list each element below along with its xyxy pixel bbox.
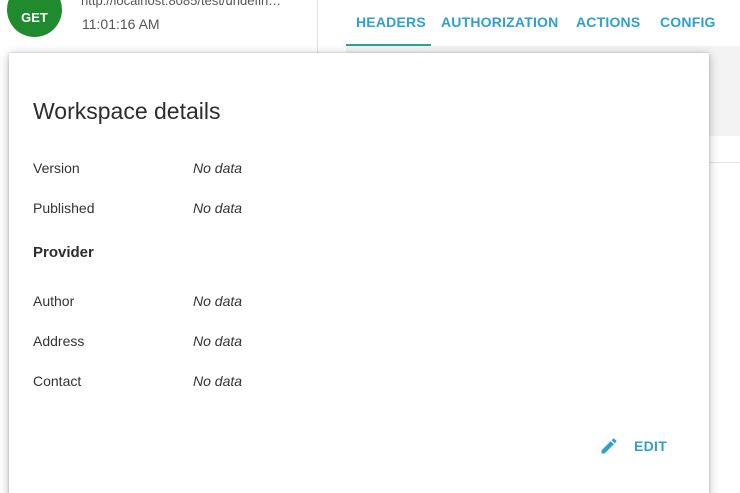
request-tabs: HEADERS AUTHORIZATION ACTIONS CONFIG <box>346 0 724 46</box>
published-row: Published No data <box>33 198 433 218</box>
contact-value: No data <box>193 373 243 389</box>
app-screen: GET http://localhost:8085/test/undefin… … <box>0 0 740 493</box>
author-label: Author <box>33 293 75 309</box>
author-row: Author No data <box>33 291 433 311</box>
version-value: No data <box>193 160 243 176</box>
address-label: Address <box>33 333 85 349</box>
tab-config[interactable]: CONFIG <box>650 0 724 46</box>
address-value: No data <box>193 333 243 349</box>
method-label: GET <box>21 10 48 25</box>
published-label: Published <box>33 200 95 216</box>
author-value: No data <box>193 293 243 309</box>
provider-heading: Provider <box>33 244 94 261</box>
workspace-details-dialog: Workspace details Version No data Publis… <box>9 53 709 493</box>
version-label: Version <box>33 160 80 176</box>
dialog-title: Workspace details <box>33 98 221 124</box>
published-value: No data <box>193 200 243 216</box>
request-url[interactable]: http://localhost:8085/test/undefin… <box>81 0 306 8</box>
version-row: Version No data <box>33 158 433 178</box>
contact-row: Contact No data <box>33 371 433 391</box>
edit-label: EDIT <box>634 438 668 454</box>
tab-authorization[interactable]: AUTHORIZATION <box>431 0 566 46</box>
contact-label: Contact <box>33 373 82 389</box>
address-row: Address No data <box>33 331 433 351</box>
tab-actions[interactable]: ACTIONS <box>566 0 650 46</box>
method-badge: GET <box>7 0 62 37</box>
edit-button[interactable]: EDIT <box>598 429 667 463</box>
request-time: 11:01:16 AM <box>82 16 160 32</box>
panel-divider <box>317 0 318 56</box>
tab-headers[interactable]: HEADERS <box>346 0 431 46</box>
pencil-icon <box>598 435 620 457</box>
